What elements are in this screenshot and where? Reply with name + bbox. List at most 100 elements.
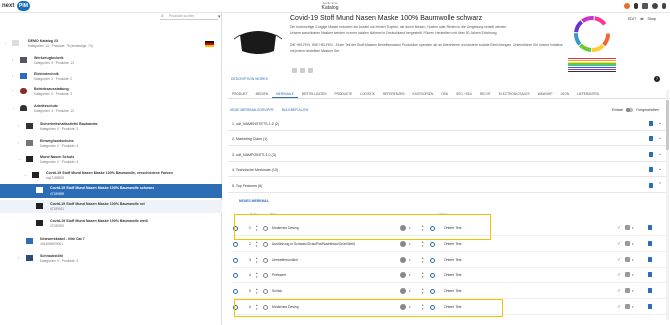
tree-item-stiefel[interactable]: › Sicherheitshaltsstiefel Bauhandw. Kate… xyxy=(0,121,222,133)
tag-icon[interactable] xyxy=(300,68,305,73)
description-link[interactable]: DESCRIPTION WORKS xyxy=(231,77,268,81)
dropdown-icon[interactable]: ▾ xyxy=(632,273,634,277)
tree-item-maske-schwarz[interactable]: Covid-19 Stoff Mund Nasen Maske 100% Bau… xyxy=(0,184,222,198)
sync-icon[interactable] xyxy=(263,258,268,263)
delete-icon[interactable] xyxy=(648,241,652,246)
row-attribute[interactable]: Ohtere Text xyxy=(444,273,461,277)
tree-item-maske-weiss[interactable]: Covid-19 Stoff Mund Nasen Maske 100% Bau… xyxy=(0,217,222,230)
expand-icon[interactable]: › xyxy=(12,74,13,78)
tab-produkt[interactable]: PRODUKT xyxy=(228,89,252,98)
check-icon[interactable]: ✓ xyxy=(617,288,621,294)
table-row[interactable]: 5 ▴ ▾ Schick ▾ ▴ ▾ Ohtere Text ✓ ▾ xyxy=(232,285,666,299)
delete-icon[interactable] xyxy=(648,288,652,293)
refresh-icon[interactable] xyxy=(430,258,435,263)
tree-item-schraubstoehl[interactable]: › Schraubstöhl Kategorien: 0 · Produkte:… xyxy=(0,253,222,265)
scrollbar-thumb[interactable] xyxy=(666,100,669,150)
expand-icon[interactable]: › xyxy=(18,256,19,260)
check-icon[interactable]: ✓ xyxy=(617,225,621,231)
collapse-icon[interactable]: ⌄ xyxy=(18,157,21,161)
refresh-icon[interactable] xyxy=(430,242,435,247)
sort-icon[interactable]: ▴ ▾ xyxy=(422,287,424,295)
dropdown-icon[interactable]: ▾ xyxy=(632,226,634,230)
dropdown-icon[interactable]: ▾ xyxy=(632,258,634,262)
row-value[interactable]: Schick xyxy=(272,289,282,293)
toggle-icon[interactable]: ⇄ xyxy=(640,16,643,21)
filter-icon[interactable]: ▾ xyxy=(218,14,221,20)
check-icon[interactable]: ✓ xyxy=(617,304,621,310)
dropdown-icon[interactable]: ▾ xyxy=(409,242,411,246)
edit-icon[interactable] xyxy=(625,288,630,293)
tab-lieferanten[interactable]: LIEFERANTEN xyxy=(573,89,603,98)
tab-merkmale[interactable]: MERKMALE xyxy=(272,89,298,98)
tree-item-werkzeugtechnik[interactable]: › Werkzeugtechnik Kategorien: 0 · Produk… xyxy=(0,55,222,67)
tree-item-maske-varianten[interactable]: ⌄ Covid-19 Stoff Mund Nasen Maske 100% B… xyxy=(0,170,222,182)
delete-icon[interactable] xyxy=(648,225,652,230)
dropdown-icon[interactable]: ▾ xyxy=(409,289,411,293)
chevron-down-icon[interactable]: ⌄ xyxy=(658,121,662,126)
edit-icon[interactable] xyxy=(625,257,630,262)
expand-icon[interactable]: › xyxy=(18,124,19,128)
row-value[interactable]: Umweltfreundlich xyxy=(272,258,298,262)
status-badge[interactable] xyxy=(400,241,406,247)
feature-group-2[interactable]: 2. Marketing Claim (1) ⌄ xyxy=(228,132,668,146)
mail-icon[interactable] xyxy=(642,3,648,9)
chevron-down-icon[interactable]: ⌄ xyxy=(658,167,662,172)
tree-item-netzwerkkabel[interactable]: Netzwerkkabel - Nim Cat 7 4044596009001 xyxy=(0,236,222,248)
row-select-radio[interactable] xyxy=(233,242,238,247)
edit-icon[interactable] xyxy=(625,241,630,246)
tab-wawijhp[interactable]: WAWIJHP xyxy=(534,89,557,98)
reorder-icon[interactable]: ▴ ▾ xyxy=(256,256,258,264)
sort-icon[interactable]: ▴ ▾ xyxy=(422,256,424,264)
tab-referenzen[interactable]: REFERENZEN xyxy=(379,89,409,98)
tab-produkte[interactable]: PRODUKTE xyxy=(330,89,356,98)
tree-item-betriebsausstattung[interactable]: › Betriebsausstattung Kategorien: 0 · Pr… xyxy=(0,86,222,98)
tab-medien[interactable]: MEDIEN xyxy=(252,89,272,98)
edit-icon[interactable] xyxy=(625,225,630,230)
dropdown-icon[interactable]: ▾ xyxy=(632,305,634,309)
new-group-button[interactable]: NEUE MERKMALSGRUPPE xyxy=(230,108,274,112)
delete-icon[interactable] xyxy=(648,152,653,157)
edit-icon[interactable] xyxy=(625,304,630,309)
tab-bestelldaten[interactable]: BESTELLDATEN xyxy=(298,89,331,98)
edit-button[interactable]: EDIT xyxy=(628,17,636,21)
feature-group-5[interactable]: 5. Top Features (6) ⌃ xyxy=(228,179,668,193)
tree-item-elektrotechnik[interactable]: › Elektrotechnik Kategorien: 0 · Produkt… xyxy=(0,71,222,83)
scrollbar[interactable] xyxy=(666,90,669,320)
check-icon[interactable]: ✓ xyxy=(617,257,621,263)
sync-icon[interactable] xyxy=(263,242,268,247)
table-row[interactable]: 2 ▴ ▾ Ausführung in Schwarz/Grau/Rot/Nach… xyxy=(232,238,666,252)
feature-group-4[interactable]: 4. Technische Merkmale (10) ⌄ xyxy=(228,163,668,177)
refresh-icon[interactable] xyxy=(430,289,435,294)
row-attribute[interactable]: Ohtere Text xyxy=(444,289,461,293)
eco-icon[interactable] xyxy=(308,68,313,73)
delete-icon[interactable] xyxy=(648,136,653,141)
reorder-icon[interactable]: ▴ ▾ xyxy=(256,271,258,279)
avatar-icon[interactable] xyxy=(624,3,630,9)
check-icon[interactable]: ✓ xyxy=(617,241,621,247)
tab-logistik[interactable]: LOGISTIK xyxy=(356,89,379,98)
tab-ora[interactable]: ORA xyxy=(437,89,452,98)
delete-icon[interactable] xyxy=(648,257,652,262)
app-logo[interactable]: next PIM xyxy=(2,1,30,11)
expand-icon[interactable]: › xyxy=(18,141,19,145)
check-icon[interactable]: ✓ xyxy=(617,272,621,278)
row-attribute[interactable]: Ohtere Text xyxy=(444,258,461,262)
help-icon[interactable] xyxy=(652,3,658,9)
collapse-icon[interactable]: ⌄ xyxy=(24,173,27,177)
new-feature-button[interactable]: NEUES MERKMAL xyxy=(239,199,269,203)
status-badge[interactable] xyxy=(400,257,406,263)
delete-icon[interactable] xyxy=(648,183,653,188)
dropdown-icon[interactable]: ▾ xyxy=(409,273,411,277)
chevron-down-icon[interactable]: ⌄ xyxy=(658,136,662,141)
delete-icon[interactable] xyxy=(648,272,652,277)
row-select-radio[interactable] xyxy=(233,289,238,294)
reorder-icon[interactable]: ▴ ▾ xyxy=(256,240,258,248)
sort-icon[interactable]: ▴ ▾ xyxy=(422,240,424,248)
shop-link[interactable]: Shop xyxy=(648,17,656,21)
tab-json[interactable]: JSON xyxy=(557,89,574,98)
tab-electronicsales[interactable]: ELECTRONICSALES xyxy=(495,89,534,98)
dropdown-icon[interactable]: ▾ xyxy=(409,258,411,262)
user-icon[interactable] xyxy=(662,3,666,9)
product-image[interactable] xyxy=(232,17,284,69)
delete-icon[interactable] xyxy=(648,304,652,309)
